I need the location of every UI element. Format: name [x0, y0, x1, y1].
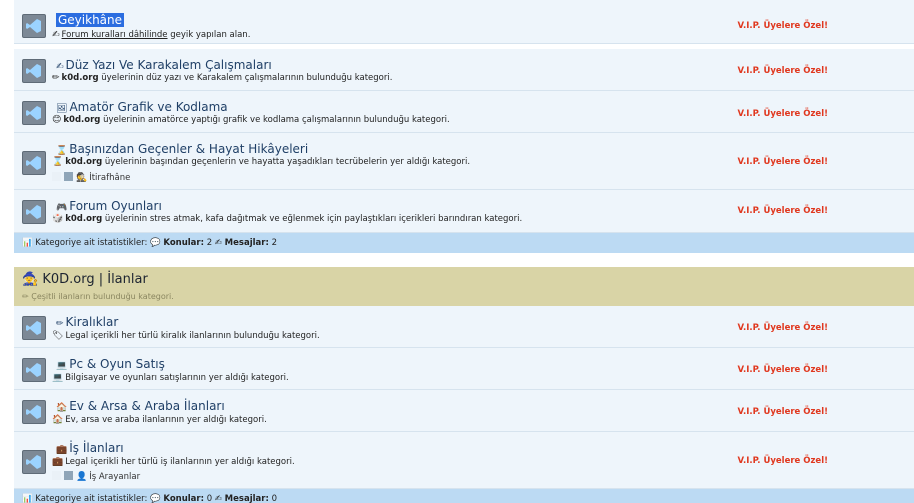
subforum-status-icon [64, 172, 73, 181]
hourglass-icon: ⌛ [56, 146, 68, 156]
vip-only-badge: V.I.P. Üyelere Özel! [737, 365, 829, 375]
forum-row-ev-arsa-araba[interactable]: 🏠 Ev & Arsa & Araba İlanları 🏠 Ev, arsa ve… [14, 390, 914, 432]
detective-icon: 🕵 [76, 173, 88, 183]
forum-title-link[interactable]: ⌛ Başınızdan Geçenler & Hayat Hikâyeleri [56, 142, 308, 156]
forum-rules-link[interactable]: Forum kuralları dâhilinde [62, 30, 168, 40]
vip-only-badge: V.I.P. Üyelere Özel! [737, 66, 829, 76]
write-icon: ✍ [214, 494, 222, 503]
forum-description: ⌛ k0d.org üyelerinin başından geçenlerin … [52, 157, 471, 167]
category-stats-bar: 📊 Kategoriye ait istatistikler: 💬 Konula… [14, 233, 914, 253]
forum-description: 💻 Bilgisayar ve oyunları satışlarının yer… [52, 373, 289, 383]
forum-description: 😊 k0d.org üyelerinin amatörce yaptığı gra… [52, 115, 450, 125]
forum-title-link[interactable]: 🏠 Ev & Arsa & Araba İlanları [56, 399, 225, 413]
subforum-link[interactable]: 🕵 İtirafhâne [52, 172, 130, 183]
vip-only-badge: V.I.P. Üyelere Özel! [737, 407, 829, 417]
vip-only-badge: V.I.P. Üyelere Özel! [737, 157, 829, 167]
stats-chart-icon: 📊 [22, 494, 33, 503]
person-icon: 👤 [76, 472, 88, 482]
forum-row-duz-yazi[interactable]: ✍ Düz Yazı Ve Karakalem Çalışmaları ✏ k0d.… [14, 49, 914, 91]
forum-status-icon [22, 358, 46, 382]
forum-status-icon [22, 316, 46, 340]
category-stats-bar: 📊 Kategoriye ait istatistikler: 💬 Konula… [14, 489, 914, 503]
write-icon: ✍ [214, 238, 222, 248]
forum-title-link[interactable]: Geyikhâne [56, 13, 125, 27]
category-description: ✏ Çeşitli ilanların bulunduğu kategori. [22, 292, 174, 301]
forum-title-link[interactable]: ✍ Düz Yazı Ve Karakalem Çalışmaları [56, 58, 272, 72]
pencil-icon: ✏ [22, 292, 29, 301]
house-icon: 🏠 [52, 415, 64, 425]
picture-icon: 🖼 [56, 104, 68, 114]
subforum-read-icon [52, 172, 61, 181]
forum-row-kiraliklar[interactable]: ✏ Kiralıklar 🏷 Legal içerikli her türlü ki… [14, 306, 914, 348]
forum-row-geyikhane[interactable]: Geyikhâne ✍ Forum kuralları dâhilinde gey… [14, 0, 914, 44]
forum-description: 🏷 Legal içerikli her türlü kiralık ilanla… [52, 331, 320, 341]
smile-icon: 😊 [52, 115, 62, 125]
category-spacer [0, 253, 914, 267]
forum-row-pc-oyun-satis[interactable]: 💻 Pc & Oyun Satış 💻 Bilgisayar ve oyunları… [14, 348, 914, 390]
forum-title-link[interactable]: 🖼 Amatör Grafik ve Kodlama [56, 100, 228, 114]
forum-status-icon [22, 14, 46, 38]
vip-only-badge: V.I.P. Üyelere Özel! [737, 21, 829, 31]
forum-row-is-ilanlari[interactable]: 💼 İş İlanları 💼 Legal içerikli her türlü i… [14, 432, 914, 489]
forum-description: 💼 Legal içerikli her türlü iş ilanlarının… [52, 457, 295, 467]
game-icon: 🎮 [56, 203, 68, 213]
vip-only-badge: V.I.P. Üyelere Özel! [737, 323, 829, 333]
forum-status-icon [22, 101, 46, 125]
forum-index: Geyikhâne ✍ Forum kuralları dâhilinde gey… [0, 0, 914, 503]
dice-icon: 🎲 [52, 214, 64, 224]
subforum-status-icon [64, 471, 73, 480]
writing-hand-icon: ✍ [52, 30, 60, 40]
category-title[interactable]: 🧙 K0D.org | İlanlar [22, 272, 148, 287]
vip-only-badge: V.I.P. Üyelere Özel! [737, 109, 829, 119]
category-icon: 🧙 [22, 272, 39, 287]
briefcase-icon: 💼 [56, 445, 68, 455]
forum-status-icon [22, 400, 46, 424]
forum-status-icon [22, 151, 46, 175]
category-header-ilanlar[interactable]: 🧙 K0D.org | İlanlar ✏ Çeşitli ilanların … [14, 267, 914, 306]
house-icon: 🏠 [56, 403, 68, 413]
forum-status-icon [22, 200, 46, 224]
forum-status-icon [22, 450, 46, 474]
speech-bubble-icon: 💬 [150, 238, 161, 248]
laptop-icon: 💻 [56, 361, 68, 371]
forum-description: 🏠 Ev, arsa ve araba ilanlarının yer aldığ… [52, 415, 267, 425]
forum-status-icon [22, 59, 46, 83]
subforum-read-icon [52, 471, 61, 480]
vip-only-badge: V.I.P. Üyelere Özel! [737, 456, 829, 466]
subforum-link[interactable]: 👤 İş Arayanlar [52, 471, 140, 482]
pencil-icon: ✏ [56, 319, 64, 329]
writing-hand-icon: ✍ [56, 62, 64, 72]
forum-row-basinizdan-gecenler[interactable]: ⌛ Başınızdan Geçenler & Hayat Hikâyeleri … [14, 133, 914, 190]
pencil-icon: ✏ [52, 73, 60, 83]
forum-title-link[interactable]: 💼 İş İlanları [56, 441, 124, 455]
forum-title-link[interactable]: 💻 Pc & Oyun Satış [56, 357, 165, 371]
laptop-icon: 💻 [52, 373, 64, 383]
tag-icon: 🏷 [52, 331, 64, 341]
forum-description: ✏ k0d.org üyelerinin düz yazı ve Karakale… [52, 73, 393, 83]
forum-title-link[interactable]: 🎮 Forum Oyunları [56, 199, 162, 213]
forum-row-amator-grafik[interactable]: 🖼 Amatör Grafik ve Kodlama 😊 k0d.org üyele… [14, 91, 914, 133]
vip-only-badge: V.I.P. Üyelere Özel! [737, 206, 829, 216]
speech-bubble-icon: 💬 [150, 494, 161, 503]
hourglass-icon: ⌛ [52, 157, 64, 167]
stats-chart-icon: 📊 [22, 238, 33, 248]
forum-row-forum-oyunlari[interactable]: 🎮 Forum Oyunları 🎲 k0d.org üyelerinin stre… [14, 190, 914, 233]
forum-description: 🎲 k0d.org üyelerinin stres atmak, kafa da… [52, 214, 523, 224]
briefcase-icon: 💼 [52, 457, 64, 467]
forum-description: ✍ Forum kuralları dâhilinde geyik yapılan… [52, 30, 251, 40]
forum-title-link[interactable]: ✏ Kiralıklar [56, 315, 118, 329]
